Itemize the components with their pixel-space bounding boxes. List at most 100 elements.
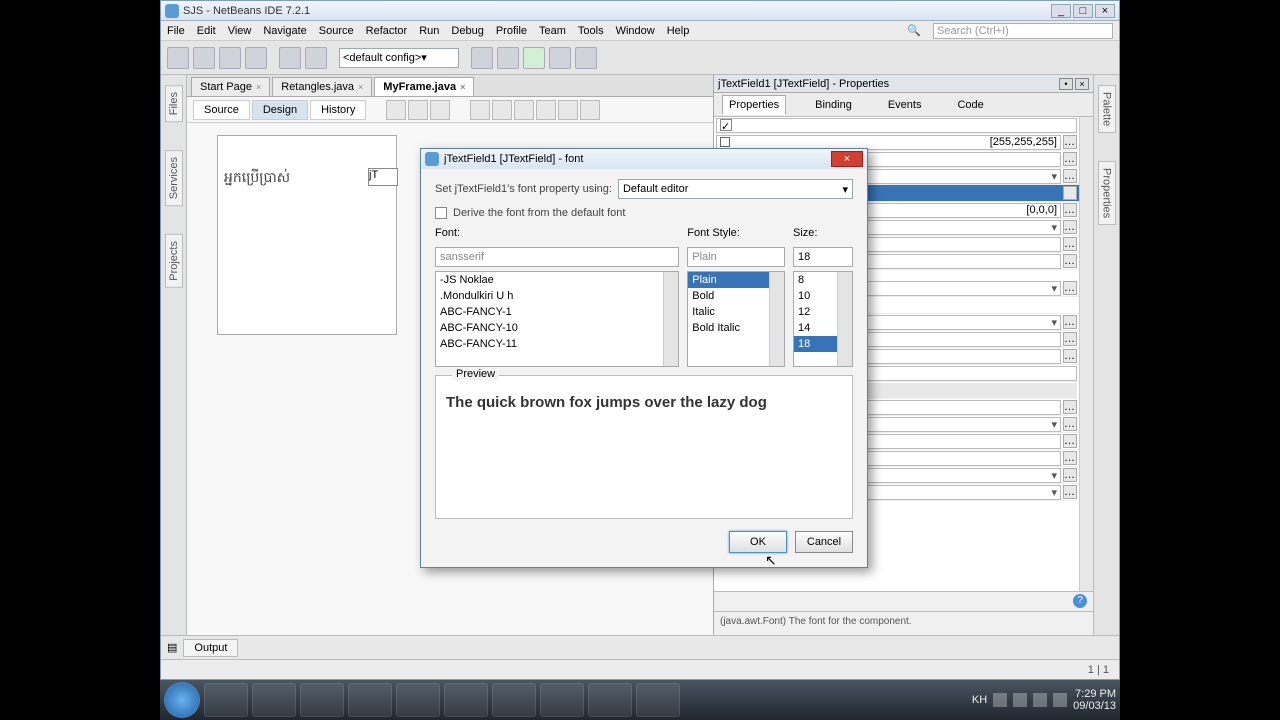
- search-input[interactable]: Search (Ctrl+I): [933, 23, 1113, 39]
- close-icon[interactable]: ×: [460, 82, 465, 92]
- selection-mode-icon[interactable]: [386, 100, 406, 120]
- system-tray[interactable]: KH 7:29 PM 09/03/13: [972, 688, 1116, 712]
- align-bottom-icon[interactable]: [536, 100, 556, 120]
- editor-select[interactable]: Default editor▾: [618, 179, 853, 199]
- tab-events[interactable]: Events: [881, 95, 929, 115]
- menu-tools[interactable]: Tools: [578, 25, 604, 37]
- ok-button[interactable]: OK: [729, 531, 787, 553]
- property-edit-button[interactable]: …: [1063, 237, 1077, 251]
- derive-checkbox[interactable]: [435, 207, 447, 219]
- style-list[interactable]: Plain Bold Italic Bold Italic: [687, 271, 785, 367]
- menu-refactor[interactable]: Refactor: [366, 25, 408, 37]
- tray-icon[interactable]: [993, 693, 1007, 707]
- list-item[interactable]: .Mondulkiri U h: [436, 288, 678, 304]
- output-button[interactable]: Output: [183, 639, 238, 657]
- menu-help[interactable]: Help: [667, 25, 690, 37]
- subtab-design[interactable]: Design: [252, 100, 308, 120]
- taskbar-app-icon[interactable]: [540, 683, 584, 717]
- property-edit-button[interactable]: …: [1063, 417, 1077, 431]
- tray-icon[interactable]: [1033, 693, 1047, 707]
- property-edit-button[interactable]: …: [1063, 220, 1077, 234]
- size-list[interactable]: 8 10 12 14 18: [793, 271, 853, 367]
- run-icon[interactable]: [523, 47, 545, 69]
- menu-navigate[interactable]: Navigate: [263, 25, 306, 37]
- taskbar-app-icon[interactable]: [348, 683, 392, 717]
- property-edit-button[interactable]: …: [1063, 281, 1077, 295]
- align-center-h-icon[interactable]: [558, 100, 578, 120]
- taskbar-powerpoint-icon[interactable]: [588, 683, 632, 717]
- menu-profile[interactable]: Profile: [496, 25, 527, 37]
- menu-run[interactable]: Run: [419, 25, 439, 37]
- property-edit-button[interactable]: …: [1063, 400, 1077, 414]
- tab-binding[interactable]: Binding: [808, 95, 859, 115]
- sidebar-tab-projects[interactable]: Projects: [165, 234, 183, 288]
- property-edit-button[interactable]: …: [1063, 349, 1077, 363]
- list-item[interactable]: ABC-FANCY-11: [436, 336, 678, 352]
- scrollbar[interactable]: [837, 272, 852, 366]
- start-button[interactable]: [164, 682, 200, 718]
- close-icon[interactable]: ×: [358, 82, 363, 92]
- align-right-icon[interactable]: [492, 100, 512, 120]
- property-row[interactable]: ✓: [714, 117, 1079, 134]
- align-center-v-icon[interactable]: [580, 100, 600, 120]
- undo-icon[interactable]: [279, 47, 301, 69]
- align-left-icon[interactable]: [470, 100, 490, 120]
- tab-myframe[interactable]: MyFrame.java×: [374, 77, 474, 96]
- property-edit-button[interactable]: …: [1063, 315, 1077, 329]
- form-textfield[interactable]: jT: [368, 168, 398, 186]
- font-style-input[interactable]: Plain: [687, 247, 785, 267]
- align-top-icon[interactable]: [514, 100, 534, 120]
- cancel-button[interactable]: Cancel: [795, 531, 853, 553]
- open-project-icon[interactable]: [219, 47, 241, 69]
- list-item[interactable]: -JS Noklae: [436, 272, 678, 288]
- config-select[interactable]: <default config>▾: [339, 48, 459, 68]
- sidebar-tab-services[interactable]: Services: [165, 150, 183, 206]
- taskbar-netbeans-icon[interactable]: [636, 683, 680, 717]
- taskbar-firefox-icon[interactable]: [444, 683, 488, 717]
- subtab-history[interactable]: History: [310, 100, 366, 120]
- new-file-icon[interactable]: [167, 47, 189, 69]
- taskbar-app-icon[interactable]: [492, 683, 536, 717]
- property-edit-button[interactable]: …: [1063, 332, 1077, 346]
- property-edit-button[interactable]: …: [1063, 152, 1077, 166]
- menu-edit[interactable]: Edit: [197, 25, 216, 37]
- save-all-icon[interactable]: [245, 47, 267, 69]
- list-item[interactable]: ABC-FANCY-10: [436, 320, 678, 336]
- tab-code[interactable]: Code: [950, 95, 990, 115]
- tray-icon[interactable]: [1013, 693, 1027, 707]
- property-edit-button[interactable]: …: [1063, 203, 1077, 217]
- tab-properties[interactable]: Properties: [722, 95, 786, 115]
- property-edit-button[interactable]: …: [1063, 135, 1077, 149]
- property-edit-button[interactable]: …: [1063, 451, 1077, 465]
- close-panel-button[interactable]: ×: [1075, 78, 1089, 90]
- form-label[interactable]: អ្នកប្រើប្រាស់: [224, 168, 390, 189]
- debug-icon[interactable]: [549, 47, 571, 69]
- font-list[interactable]: -JS Noklae .Mondulkiri U h ABC-FANCY-1 A…: [435, 271, 679, 367]
- menu-file[interactable]: File: [167, 25, 185, 37]
- property-edit-button[interactable]: …: [1063, 254, 1077, 268]
- dock-button[interactable]: •: [1059, 78, 1073, 90]
- menu-debug[interactable]: Debug: [451, 25, 483, 37]
- scrollbar[interactable]: [1079, 117, 1093, 591]
- font-size-input[interactable]: 18: [793, 247, 853, 267]
- form-preview[interactable]: អ្នកប្រើប្រាស់ jT: [217, 135, 397, 335]
- scrollbar[interactable]: [769, 272, 784, 366]
- taskbar-media-icon[interactable]: [300, 683, 344, 717]
- minimize-button[interactable]: _: [1051, 4, 1071, 18]
- profile-icon[interactable]: [575, 47, 597, 69]
- new-project-icon[interactable]: [193, 47, 215, 69]
- clean-build-icon[interactable]: [497, 47, 519, 69]
- tab-retangles[interactable]: Retangles.java×: [272, 77, 372, 96]
- property-edit-button[interactable]: …: [1063, 434, 1077, 448]
- font-name-input[interactable]: sansserif: [435, 247, 679, 267]
- property-edit-button[interactable]: …: [1063, 186, 1077, 200]
- checkbox-icon[interactable]: ✓: [720, 119, 732, 131]
- dialog-titlebar[interactable]: jTextField1 [JTextField] - font ×: [421, 149, 867, 169]
- close-button[interactable]: ×: [1095, 4, 1115, 18]
- menu-source[interactable]: Source: [319, 25, 354, 37]
- sidebar-tab-palette[interactable]: Palette: [1098, 85, 1116, 133]
- property-edit-button[interactable]: …: [1063, 169, 1077, 183]
- sidebar-tab-properties[interactable]: Properties: [1098, 161, 1116, 225]
- redo-icon[interactable]: [305, 47, 327, 69]
- close-icon[interactable]: ×: [256, 82, 261, 92]
